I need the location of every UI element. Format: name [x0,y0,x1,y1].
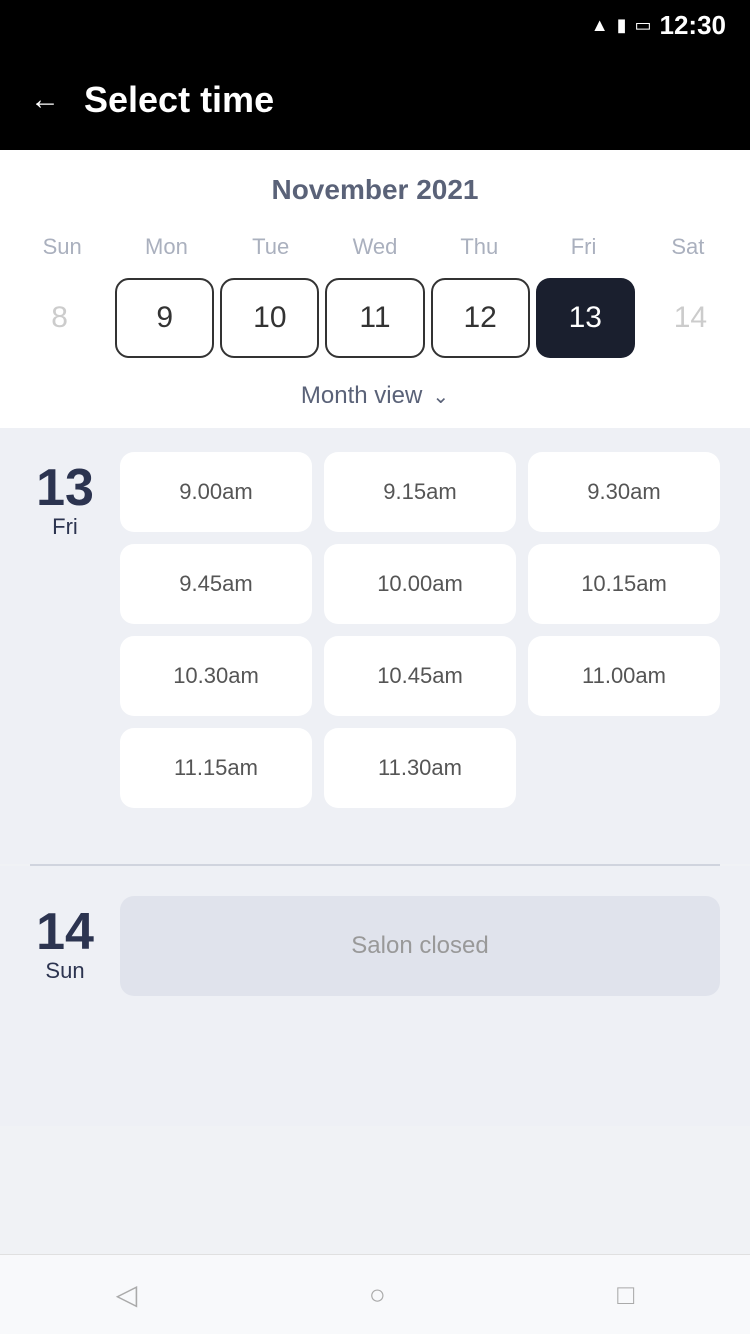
timeslots-section: 13 Fri 9.00am 9.15am 9.30am 9.45am 10.00… [0,428,750,862]
day-14-label: 14 Sun [30,896,100,996]
status-bar: ▲ ▮ ▭ 12:30 [0,0,750,50]
weekday-mon: Mon [114,226,218,268]
weekdays-row: Sun Mon Tue Wed Thu Fri Sat [0,226,750,268]
header: ← Select time [0,50,750,150]
day-13-name: Fri [52,514,78,540]
timeslot-930am[interactable]: 9.30am [528,452,720,532]
timeslot-1115am[interactable]: 11.15am [120,728,312,808]
weekday-sun: Sun [10,226,114,268]
month-view-toggle[interactable]: Month view ⌄ [0,368,750,428]
calendar-section: November 2021 Sun Mon Tue Wed Thu Fri Sa… [0,150,750,428]
day-14: 14 [641,278,740,358]
salon-closed-label: Salon closed [351,932,488,960]
wifi-icon: ▲ [591,15,609,36]
back-button[interactable]: ← [30,85,60,115]
timeslot-900am[interactable]: 9.00am [120,452,312,532]
day-12[interactable]: 12 [431,278,530,358]
days-row: 8 9 10 11 12 13 14 [0,268,750,368]
timeslot-1130am[interactable]: 11.30am [324,728,516,808]
weekday-fri: Fri [531,226,635,268]
day-14-number: 14 [36,906,94,958]
page-title: Select time [84,79,274,121]
day-9[interactable]: 9 [115,278,214,358]
day-13-section: 13 Fri 9.00am 9.15am 9.30am 9.45am 10.00… [30,452,720,808]
timeslot-945am[interactable]: 9.45am [120,544,312,624]
battery-icon: ▭ [634,15,651,36]
recent-nav-icon[interactable]: □ [617,1279,634,1311]
timeslot-1030am[interactable]: 10.30am [120,636,312,716]
month-label: November 2021 [0,174,750,206]
status-time: 12:30 [660,10,727,41]
timeslot-1000am[interactable]: 10.00am [324,544,516,624]
chevron-down-icon: ⌄ [432,384,449,409]
day-13[interactable]: 13 [536,278,635,358]
signal-icon: ▮ [617,15,627,36]
bottom-nav: ◁ ○ □ [0,1254,750,1334]
day-14-section: 14 Sun Salon closed [0,866,750,1026]
timeslot-915am[interactable]: 9.15am [324,452,516,532]
day-8: 8 [10,278,109,358]
weekday-sat: Sat [636,226,740,268]
home-nav-icon[interactable]: ○ [369,1279,386,1311]
day-13-label: 13 Fri [30,452,100,808]
timeslot-1045am[interactable]: 10.45am [324,636,516,716]
day-13-number: 13 [36,462,94,514]
timeslot-1015am[interactable]: 10.15am [528,544,720,624]
back-nav-icon[interactable]: ◁ [116,1278,138,1311]
day-14-name: Sun [45,958,84,984]
day-13-timeslots-grid: 9.00am 9.15am 9.30am 9.45am 10.00am 10.1… [120,452,720,808]
weekday-thu: Thu [427,226,531,268]
day-10[interactable]: 10 [220,278,319,358]
day-11[interactable]: 11 [325,278,424,358]
weekday-wed: Wed [323,226,427,268]
status-icons: ▲ ▮ ▭ 12:30 [591,10,726,41]
salon-closed-box: Salon closed [120,896,720,996]
month-view-label: Month view [301,382,422,410]
timeslot-1100am[interactable]: 11.00am [528,636,720,716]
weekday-tue: Tue [219,226,323,268]
